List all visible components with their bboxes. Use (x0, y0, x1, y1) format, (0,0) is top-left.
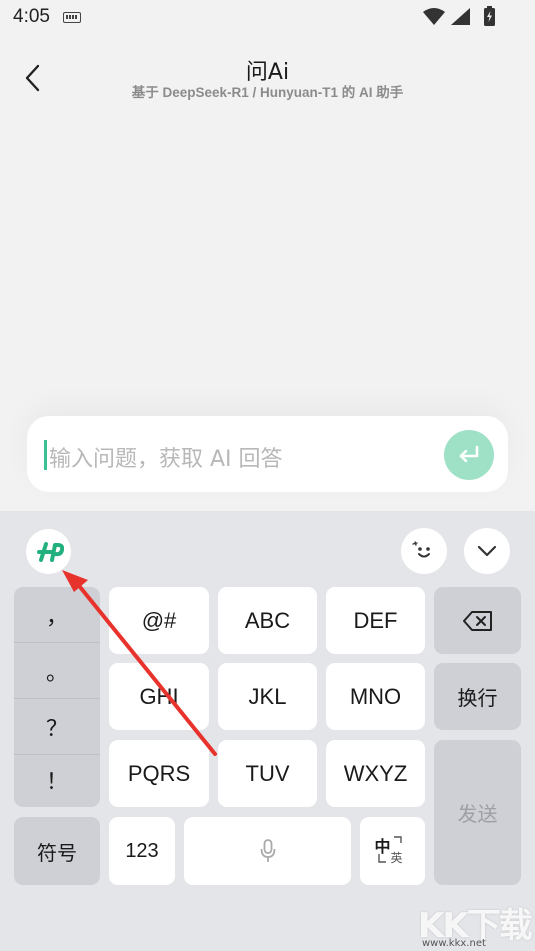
key-mno[interactable]: MNO (326, 663, 425, 730)
microphone-icon (260, 839, 276, 863)
punct-key-question[interactable]: ？ (14, 699, 100, 755)
status-bar: 4:05 (0, 0, 535, 36)
key-tuv[interactable]: TUV (218, 740, 317, 807)
key-jkl[interactable]: JKL (218, 663, 317, 730)
newline-key[interactable]: 换行 (434, 663, 521, 730)
emoji-button[interactable] (401, 528, 447, 574)
keyboard-logo-button[interactable] (26, 529, 71, 574)
page-subtitle: 基于 DeepSeek-R1 / Hunyuan-T1 的 AI 助手 (131, 85, 404, 100)
signal-icon (451, 8, 471, 26)
space-key[interactable] (184, 817, 351, 885)
collapse-chevron-icon (477, 545, 497, 557)
text-caret (44, 440, 47, 470)
question-input[interactable]: 输入问题，获取 AI 回答 (27, 416, 508, 492)
emoji-face-icon (411, 538, 437, 564)
lang-bottom-label: 英 (390, 851, 403, 865)
watermark: KK下载 www.kkx.net (418, 898, 533, 949)
send-key[interactable]: 发送 (434, 740, 521, 885)
punct-key-exclamation[interactable]: ！ (14, 753, 100, 807)
key-symbols-at[interactable]: @# (109, 587, 209, 654)
question-input-placeholder: 输入问题，获取 AI 回答 (49, 447, 283, 472)
keyboard-logo-icon (34, 541, 64, 563)
collapse-keyboard-button[interactable] (464, 528, 510, 574)
backspace-key[interactable] (434, 587, 521, 654)
punct-key-comma[interactable]: ， (14, 587, 100, 643)
watermark-url: www.kkx.net (422, 938, 486, 949)
key-wxyz[interactable]: WXYZ (326, 740, 425, 807)
screen: 4:05 问Ai 基于 DeepSeek-R1 / Hunyuan-T1 的 A… (0, 0, 535, 951)
battery-icon (484, 6, 495, 26)
numbers-key[interactable]: 123 (109, 817, 175, 885)
key-abc[interactable]: ABC (218, 587, 317, 654)
key-ghi[interactable]: GHI (109, 663, 209, 730)
punct-key-period[interactable]: 。 (14, 643, 100, 699)
key-pqrs[interactable]: PQRS (109, 740, 209, 807)
language-switch-key[interactable]: 中 英 (360, 817, 425, 885)
send-enter-icon (457, 445, 481, 465)
backspace-icon (462, 610, 493, 631)
keyboard-status-icon (63, 12, 81, 23)
punctuation-column: ， 。 ？ ！ (14, 587, 100, 807)
language-switch-glyph: 中 英 (373, 833, 413, 869)
symbols-key[interactable]: 符号 (14, 817, 100, 885)
key-def[interactable]: DEF (326, 587, 425, 654)
status-time: 4:05 (13, 6, 50, 27)
wifi-icon (423, 8, 445, 26)
send-button[interactable] (444, 430, 494, 480)
